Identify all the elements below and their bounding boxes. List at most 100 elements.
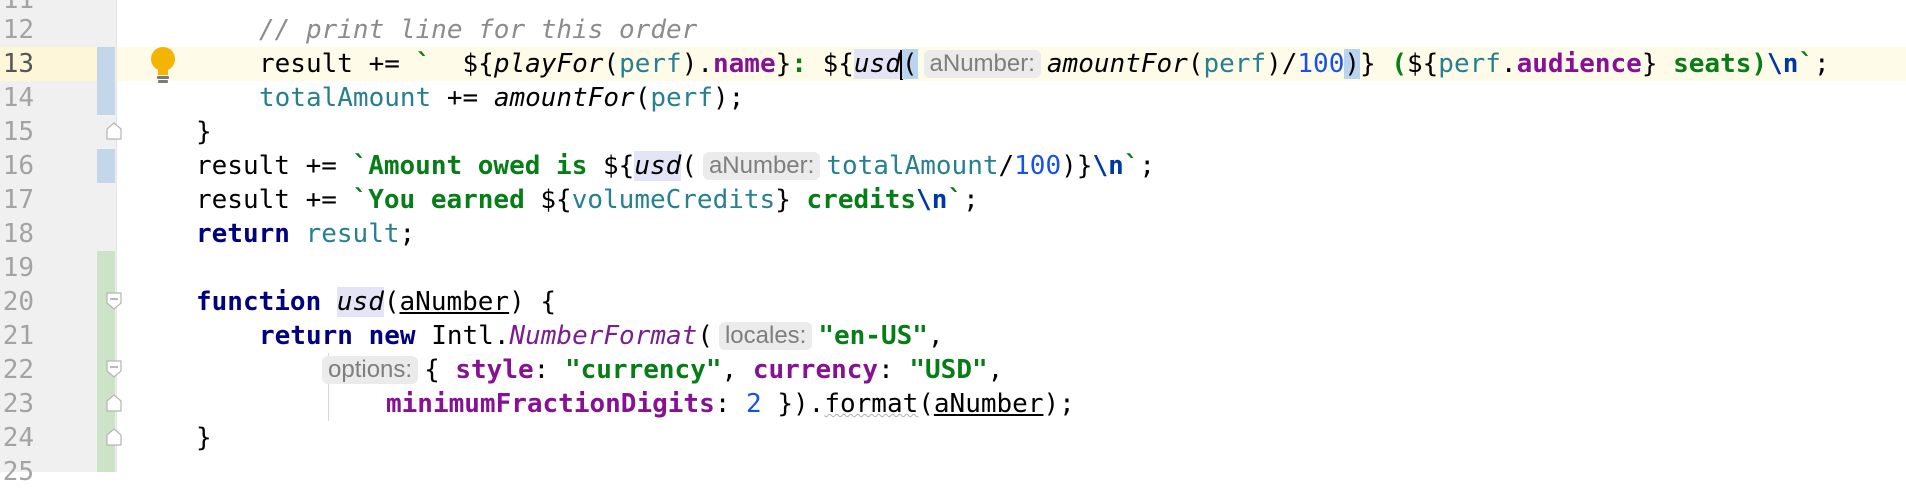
code-token: ,: [927, 321, 944, 351]
code-token: (: [681, 151, 697, 181]
property: currency: [752, 355, 879, 385]
number-literal: 2: [746, 389, 762, 419]
fold-end-icon[interactable]: [106, 122, 122, 140]
fold-start-icon[interactable]: [106, 360, 122, 378]
code-token: result +=: [196, 151, 353, 181]
line-number-current: 13: [2, 49, 34, 79]
line-number: 20: [2, 287, 34, 317]
property: style: [455, 355, 534, 385]
parameter: aNumber: [933, 389, 1044, 419]
template-literal: `You earned: [352, 185, 541, 215]
code-token: (: [634, 83, 651, 113]
code-token: ;: [963, 185, 979, 215]
code-token: ,: [987, 355, 1004, 385]
code-token: ${: [1406, 49, 1439, 79]
property: name: [713, 49, 776, 79]
variable: totalAmount: [826, 151, 999, 181]
template-literal: seats): [1657, 49, 1768, 79]
code-line-17[interactable]: result += `You earned ${volumeCredits} c…: [196, 183, 979, 217]
code-line-24[interactable]: }: [196, 421, 212, 455]
closing-brace: }: [196, 423, 212, 453]
line-number: 22: [2, 355, 34, 385]
variable: result: [305, 219, 400, 249]
template-literal: :: [791, 49, 823, 79]
code-token: }: [775, 49, 792, 79]
variable: perf: [1203, 49, 1267, 79]
escape-sequence: \n: [1767, 49, 1799, 79]
variable: perf: [619, 49, 682, 79]
function-name: usd: [336, 287, 384, 317]
function-call: format: [824, 389, 919, 419]
number-literal: 100: [1014, 151, 1062, 181]
code-token: ${: [462, 49, 494, 79]
line-number: 15: [2, 117, 34, 147]
change-marker-modified[interactable]: [97, 149, 115, 183]
code-editor[interactable]: 11 12 13 14 15 16 17 18 19 20 21 22 23 2…: [0, 0, 1906, 487]
keyword: new: [368, 321, 416, 351]
code-token: (: [1187, 49, 1204, 79]
fold-start-icon[interactable]: [106, 292, 122, 310]
code-token: );: [1043, 389, 1075, 419]
code-token: ) {: [509, 287, 557, 317]
code-token: ${: [603, 151, 635, 181]
code-token: (: [383, 287, 400, 317]
code-token: }: [1360, 49, 1376, 79]
variable: perf: [1438, 49, 1501, 79]
code-token: :: [533, 355, 565, 385]
code-token: :: [714, 389, 747, 419]
code-line-14[interactable]: totalAmount += amountFor(perf);: [259, 81, 744, 115]
code-line-12[interactable]: // print line for this order: [259, 13, 697, 47]
code-token: ${: [540, 185, 572, 215]
code-line-13[interactable]: result += ` ${playFor(perf).name}: ${usd…: [259, 47, 1830, 81]
closing-brace: }: [196, 117, 212, 147]
lightbulb-icon[interactable]: [148, 45, 178, 85]
fold-end-icon[interactable]: [106, 428, 122, 446]
code-token: .: [1500, 49, 1517, 79]
template-literal: `: [947, 185, 964, 215]
code-line-22[interactable]: options:{ style: "currency", currency: "…: [322, 353, 1003, 387]
line-number: 16: [2, 151, 34, 181]
parameter-hint: aNumber:: [702, 152, 821, 180]
function-call: NumberFormat: [509, 321, 698, 351]
matched-paren: (: [901, 49, 918, 79]
escape-sequence: \n: [916, 185, 948, 215]
keyword: return: [259, 321, 353, 351]
code-line-20[interactable]: function usd(aNumber) {: [196, 285, 556, 319]
property: minimumFractionDigits: [386, 389, 715, 419]
code-token: }).: [761, 389, 825, 419]
code-token: )}: [1061, 151, 1093, 181]
variable: volumeCredits: [571, 185, 776, 215]
code-token: result +=: [196, 185, 353, 215]
line-number: 14: [2, 83, 34, 113]
code-token: result +=: [259, 49, 416, 79]
variable: perf: [650, 83, 713, 113]
template-literal: `Amount owed is: [352, 151, 603, 181]
code-token: (: [603, 49, 620, 79]
template-literal: `: [415, 49, 463, 79]
code-token: );: [712, 83, 745, 113]
function-call-highlighted: usd: [853, 49, 901, 79]
line-number: 19: [2, 253, 34, 283]
parameter-hint: options:: [322, 356, 419, 384]
matched-paren: ): [1344, 49, 1361, 79]
function-call-highlighted: usd: [634, 151, 682, 181]
code-line-23[interactable]: minimumFractionDigits: 2 }).format(aNumb…: [386, 387, 1075, 421]
property: audience: [1516, 49, 1642, 79]
code-token: (: [918, 389, 934, 419]
code-line-16[interactable]: result += `Amount owed is ${usd(aNumber:…: [196, 149, 1155, 183]
fold-end-icon[interactable]: [106, 394, 122, 412]
line-number: 21: [2, 321, 34, 351]
code-line-15[interactable]: }: [196, 115, 212, 149]
template-literal: credits: [790, 185, 917, 215]
line-number: 23: [2, 389, 34, 419]
line-number: 12: [2, 15, 34, 45]
comment: // print line for this order: [259, 15, 698, 45]
code-line-18[interactable]: return result;: [196, 217, 415, 251]
indent-guide: [328, 387, 329, 421]
code-token: ;: [399, 219, 416, 249]
code-line-21[interactable]: return new Intl.NumberFormat(locales: "en…: [259, 319, 944, 353]
change-marker-modified[interactable]: [97, 47, 115, 115]
